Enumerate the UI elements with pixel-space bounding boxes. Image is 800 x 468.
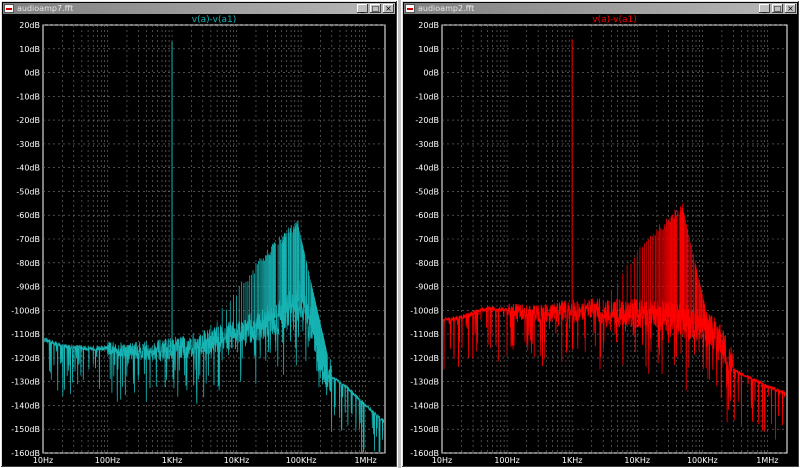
y-tick-label: -60dB [16, 211, 40, 220]
minimize-button[interactable]: _ [357, 4, 368, 13]
maximize-button[interactable]: □ [772, 4, 783, 13]
maximize-button[interactable]: □ [370, 4, 381, 13]
x-tick-label: 1MHz [354, 456, 376, 465]
y-tick-label: -30dB [16, 140, 40, 149]
window-title: audioamp7.fft [17, 4, 74, 13]
y-tick-label: -90dB [415, 283, 439, 292]
x-tick-label: 1KHz [562, 456, 583, 465]
y-tick-label: -140dB [410, 401, 439, 410]
fft-plot[interactable]: 20dB 10dB 0dB -10dB -20dB -30dB -40dB -50dB -60d… [404, 15, 799, 467]
window-title: audioamp2.fft [418, 4, 475, 13]
y-tick-label: -130dB [11, 378, 40, 387]
y-tick-label: -20dB [16, 116, 40, 125]
close-button[interactable]: × [383, 4, 394, 13]
y-tick-label: -150dB [410, 425, 439, 434]
y-tick-label: -100dB [410, 306, 439, 315]
close-button[interactable]: × [785, 4, 796, 13]
minimize-button[interactable]: _ [759, 4, 770, 13]
y-tick-label: -100dB [11, 306, 40, 315]
y-tick-label: -140dB [11, 401, 40, 410]
x-tick-label: 100Hz [95, 456, 120, 465]
x-tick-label: 10Hz [432, 456, 452, 465]
y-tick-label: -50dB [16, 187, 40, 196]
y-tick-label: -110dB [11, 330, 40, 339]
x-tick-label: 10KHz [624, 456, 650, 465]
y-tick-label: -20dB [415, 116, 439, 125]
y-tick-label: 20dB [418, 21, 439, 30]
fft-window-right[interactable]: audioamp2.fft _ □ × 20dB 10dB 0dB -10dB -20d… [401, 0, 800, 468]
y-tick-label: 20dB [19, 21, 40, 30]
y-tick-label: -120dB [11, 354, 40, 363]
y-tick-label: -60dB [415, 211, 439, 220]
y-tick-label: -70dB [415, 235, 439, 244]
y-tick-label: 0dB [24, 69, 40, 78]
x-tick-label: 100KHz [286, 456, 317, 465]
y-tick-label: -40dB [16, 164, 40, 173]
y-tick-label: -90dB [16, 283, 40, 292]
y-tick-label: -40dB [415, 164, 439, 173]
y-tick-label: 10dB [19, 45, 40, 54]
trace-label: v(a)-v(a1) [592, 15, 636, 25]
x-tick-label: 10Hz [33, 456, 53, 465]
y-tick-label: -70dB [16, 235, 40, 244]
y-tick-label: -10dB [415, 92, 439, 101]
x-tick-label: 100KHz [687, 456, 718, 465]
y-tick-label: 10dB [418, 45, 439, 54]
trace-label: v(a)-v(a1) [192, 15, 236, 25]
x-tick-label: 1MHz [756, 456, 778, 465]
title-bar[interactable]: audioamp7.fft _ □ × [3, 3, 395, 14]
y-tick-label: -150dB [11, 425, 40, 434]
y-tick-label: -80dB [16, 259, 40, 268]
fft-plot[interactable]: 20dB 10dB 0dB -10dB -20dB -30dB -40dB -50dB -60d… [3, 15, 397, 467]
waveform-app-icon[interactable] [4, 4, 14, 13]
fft-window-left[interactable]: audioamp7.fft _ □ × 20dB 10dB 0dB -10dB -20d… [0, 0, 398, 468]
title-bar[interactable]: audioamp2.fft _ □ × [404, 3, 797, 14]
x-tick-label: 1KHz [162, 456, 183, 465]
y-tick-label: -50dB [415, 187, 439, 196]
x-tick-label: 10KHz [224, 456, 250, 465]
y-tick-label: -30dB [415, 140, 439, 149]
y-tick-label: 0dB [423, 69, 439, 78]
y-tick-label: -110dB [410, 330, 439, 339]
y-tick-label: -120dB [410, 354, 439, 363]
y-tick-label: -130dB [410, 378, 439, 387]
x-tick-label: 100Hz [494, 456, 519, 465]
y-tick-label: -80dB [415, 259, 439, 268]
waveform-app-icon[interactable] [405, 4, 415, 13]
y-tick-label: -10dB [16, 92, 40, 101]
